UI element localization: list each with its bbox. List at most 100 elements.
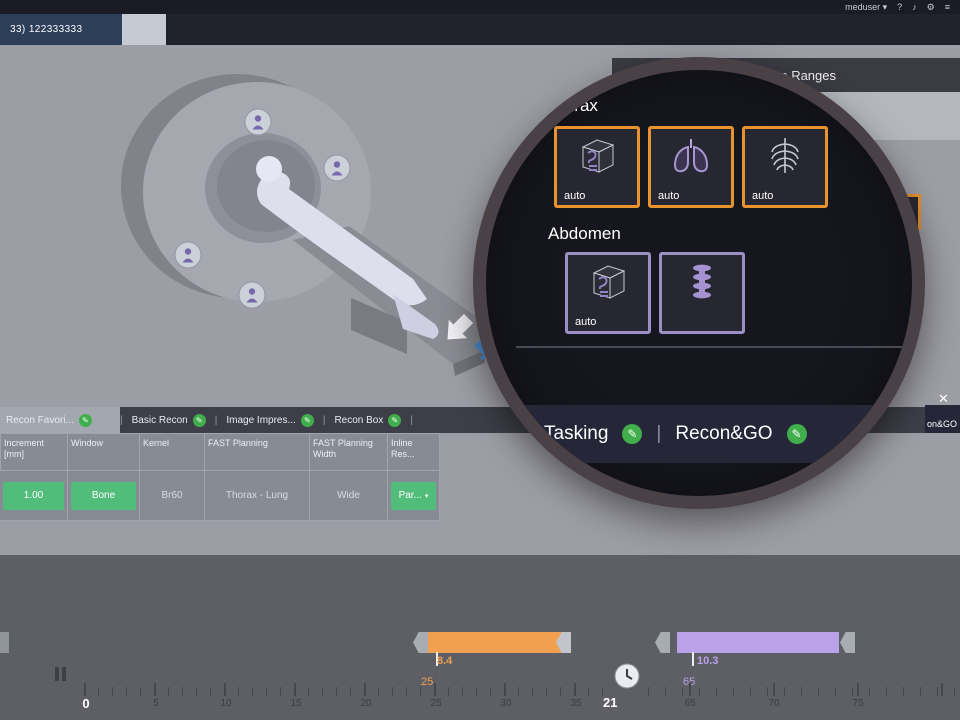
inline-results-dropdown[interactable]: Par... ▾ [391,482,436,510]
patient-head [256,156,282,182]
recon-range-tile-thorax-abdomen[interactable]: auto [554,126,640,208]
tab-separator: | [656,423,661,445]
help-icon[interactable]: ? [897,2,902,12]
tile-label: auto [575,316,596,328]
recon-range-tile-lungs[interactable]: auto [648,126,734,208]
increment-field[interactable]: 1.00 [3,482,64,510]
close-icon[interactable]: ✕ [938,391,949,407]
tab-separator: | [410,407,413,433]
ct-scanner-illustration [55,46,485,376]
clock-icon[interactable] [614,663,640,689]
ruler-label: 30 [500,698,511,709]
dropdown-value: Par... [399,490,422,501]
magnifier-overlay: Thorax auto auto [473,57,925,509]
window-field[interactable]: Bone [71,482,136,510]
thorax-tile-row: auto auto [554,126,828,208]
patient-tab-strip: 33) 122333333 [0,14,960,45]
spine-icon [680,260,724,302]
edit-icon[interactable]: ✎ [388,414,401,427]
abdomen-organs-icon [575,134,619,176]
timeline-mid-value: 21 [603,695,617,710]
purple-range-left-handle[interactable] [655,632,670,653]
ruler-label: 75 [852,698,863,709]
orange-range-length: 8.4 [437,655,452,667]
purple-scan-range-bar[interactable] [677,632,839,653]
left-ruler-minor-ticks [84,687,612,696]
col-header: Window [68,433,140,471]
recon-range-tile-spine[interactable] [659,252,745,334]
tab-basic-recon[interactable]: Basic Recon ✎ [123,407,215,433]
tab-label: on&GO [927,419,957,429]
purple-range-length: 10.3 [697,655,718,667]
table-row: 1.00 Bone Br60 Thorax - Lung Wide Par...… [0,471,440,521]
recon-range-tile-ribcage[interactable]: auto [742,126,828,208]
timeline-left-handle[interactable] [0,632,9,653]
audio-icon[interactable]: ♪ [912,2,917,12]
cell-increment: 1.00 [0,471,68,521]
tab-label: Basic Recon [132,415,188,426]
menu-icon[interactable]: ≡ [945,2,950,12]
orange-scan-range-bar[interactable] [428,632,568,653]
chevron-down-icon: ▾ [883,2,888,12]
scan-marker-badge[interactable] [324,155,350,181]
ruler-label: 20 [360,698,371,709]
edit-icon[interactable]: ✎ [79,414,92,427]
ribcage-icon [763,134,807,176]
tab-image-impression[interactable]: Image Impres... ✎ [217,407,322,433]
edit-icon[interactable]: ✎ [622,424,642,444]
cell-fast-planning[interactable]: Thorax - Lung [205,471,310,521]
col-header: Inline Res... [388,433,440,471]
ruler-label: 10 [220,698,231,709]
recon-range-tile-abdomen[interactable]: auto [565,252,651,334]
cell-kernel[interactable]: Br60 [140,471,205,521]
tile-label: auto [564,190,585,202]
cell-fast-planning-width[interactable]: Wide [310,471,388,521]
tab-recon-favorites[interactable]: Recon Favori... ✎ [0,407,120,433]
timeline-panel: 8.4 25 21 10.3 65 0 5 10 15 20 25 30 35 … [0,555,960,720]
patient-tab[interactable]: 33) 122333333 [0,14,122,45]
section-title-abdomen: Abdomen [548,224,621,244]
tab-recon-box[interactable]: Recon Box ✎ [325,407,410,433]
ruler-label: 5 [153,698,159,709]
abdomen-tile-row: auto [565,252,745,334]
tab-recon-go[interactable]: Recon&GO [675,423,772,445]
tab-tasking[interactable]: Tasking [544,423,608,445]
chevron-down-icon: ▾ [425,492,429,500]
scan-marker-badge[interactable] [239,282,265,308]
tab-label: Image Impres... [226,415,295,426]
user-name: meduser [845,2,880,12]
section-title-thorax: Thorax [545,96,598,116]
cell-inline-results: Par... ▾ [388,471,440,521]
user-menu[interactable]: meduser ▾ [845,2,887,13]
top-bar: meduser ▾ ? ♪ ⚙ ≡ [0,0,960,14]
ruler-label: 35 [570,698,581,709]
lungs-icon [669,134,713,176]
tile-label: auto [752,190,773,202]
settings-gear-icon[interactable]: ⚙ [927,2,935,13]
right-ruler-minor-ticks [648,687,960,696]
col-header: Increment [mm] [0,433,68,471]
app-window: meduser ▾ ? ♪ ⚙ ≡ 33) 122333333 Recon Ra… [0,0,960,720]
orange-range-left-handle[interactable] [413,632,428,653]
scan-marker-badge[interactable] [175,242,201,268]
magnified-tab-bar: Tasking ✎ | Recon&GO ✎ [486,405,925,463]
pause-icon[interactable] [55,667,66,681]
ruler-label: 15 [290,698,301,709]
col-header: FAST Planning [205,433,310,471]
edit-icon[interactable]: ✎ [193,414,206,427]
tab-recon-go-fragment[interactable]: on&GO ✎ [925,405,960,433]
purple-range-right-handle[interactable] [840,632,855,653]
scan-marker-badge[interactable] [245,109,271,135]
ruler-label: 25 [430,698,441,709]
tile-label: auto [658,190,679,202]
ruler-label: 65 [684,698,695,709]
edit-icon[interactable]: ✎ [787,424,807,444]
divider [516,346,906,348]
ruler-label-current: 0 [82,696,89,711]
tab-label: Recon Box [334,415,383,426]
edit-icon[interactable]: ✎ [301,414,314,427]
col-header: FAST Planning Width [310,433,388,471]
cell-window: Bone [68,471,140,521]
ruler-label: 70 [768,698,779,709]
tab-label: Recon Favori... [6,415,74,426]
